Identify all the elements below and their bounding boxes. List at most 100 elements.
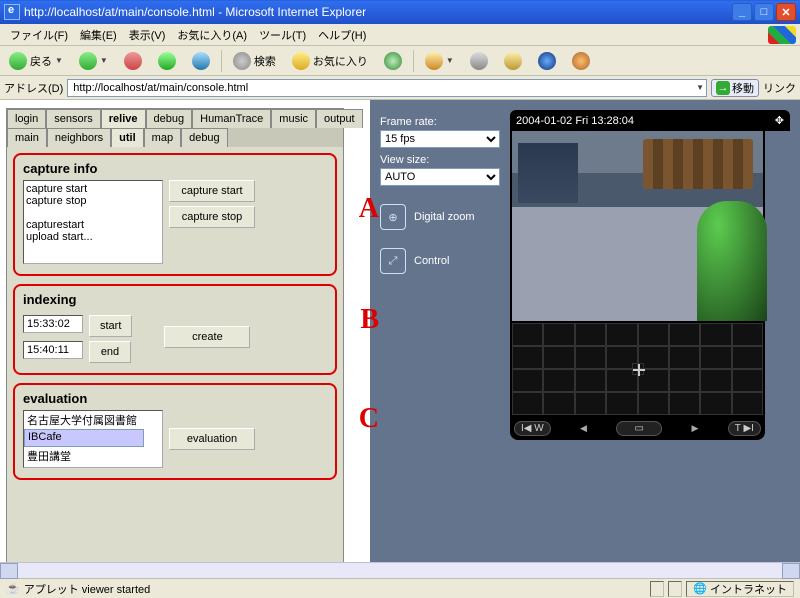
tab-neighbors[interactable]: neighbors bbox=[47, 128, 111, 147]
horizontal-scrollbar[interactable] bbox=[0, 562, 800, 578]
camera-panel: Frame rate: 15 fps View size: AUTO ⊕ Dig… bbox=[370, 100, 800, 562]
address-bar: アドレス(D) http://localhost/at/main/console… bbox=[0, 76, 800, 100]
camera-controls: Frame rate: 15 fps View size: AUTO ⊕ Dig… bbox=[380, 110, 500, 552]
tab-login[interactable]: login bbox=[7, 109, 46, 128]
index-end-time[interactable] bbox=[23, 341, 83, 359]
list-item[interactable]: 豊田講堂 bbox=[24, 447, 162, 465]
expand-icon: ⤢ bbox=[380, 248, 406, 274]
star-icon bbox=[292, 52, 310, 70]
status-zone: 🌐 イントラネット bbox=[686, 581, 794, 597]
search-icon bbox=[233, 52, 251, 70]
menu-view[interactable]: 表示(V) bbox=[123, 25, 172, 45]
camera-viewer: 2004-01-02 Fri 13:28:04 ✥ I◀ W ◀ ▭ ▶ T bbox=[510, 110, 790, 552]
close-button[interactable]: ✕ bbox=[776, 3, 796, 21]
globe-icon: 🌐 bbox=[693, 582, 707, 595]
tab-map[interactable]: map bbox=[144, 128, 181, 147]
tab-row-2: main neighbors util map debug bbox=[7, 128, 343, 147]
control-row[interactable]: ⤢ Control bbox=[380, 248, 500, 274]
back-button[interactable]: 戻る▼ bbox=[4, 49, 68, 73]
back-icon bbox=[9, 52, 27, 70]
index-start-button[interactable]: start bbox=[89, 315, 132, 337]
forward-icon bbox=[79, 52, 97, 70]
tab-util[interactable]: util bbox=[111, 128, 144, 147]
evaluation-button[interactable]: evaluation bbox=[169, 428, 255, 450]
camera-header: 2004-01-02 Fri 13:28:04 ✥ bbox=[510, 110, 790, 131]
annotation-a: A bbox=[359, 193, 379, 225]
chevron-down-icon[interactable]: ▼ bbox=[696, 83, 704, 92]
edit-button[interactable] bbox=[499, 49, 527, 73]
menu-help[interactable]: ヘルプ(H) bbox=[312, 25, 372, 45]
annotation-c: C bbox=[359, 403, 379, 435]
magnify-plus-icon: ⊕ bbox=[380, 204, 406, 230]
framerate-select[interactable]: 15 fps bbox=[380, 130, 500, 148]
history-button[interactable] bbox=[379, 49, 407, 73]
menu-edit[interactable]: 編集(E) bbox=[74, 25, 123, 45]
tab-debug2[interactable]: debug bbox=[181, 128, 228, 147]
tab-row-1: login sensors relive debug HumanTrace mu… bbox=[7, 109, 343, 128]
print-button[interactable] bbox=[465, 49, 493, 73]
address-label: アドレス(D) bbox=[4, 80, 63, 96]
edit-icon bbox=[504, 52, 522, 70]
menubar: ファイル(F) 編集(E) 表示(V) お気に入り(A) ツール(T) ヘルプ(… bbox=[0, 24, 800, 46]
bluetooth-button[interactable] bbox=[533, 49, 561, 73]
capture-stop-button[interactable]: capture stop bbox=[169, 206, 255, 228]
menu-favorites[interactable]: お気に入り(A) bbox=[171, 25, 253, 45]
statusbar: ☕ アプレット viewer started 🌐 イントラネット bbox=[0, 578, 800, 598]
separator bbox=[413, 50, 414, 72]
go-button[interactable]: →移動 bbox=[711, 79, 759, 97]
home-button[interactable] bbox=[187, 49, 215, 73]
evaluation-list[interactable]: 名古屋大学付属図書館 IBCafe 豊田講堂 bbox=[23, 410, 163, 468]
search-label: 検索 bbox=[254, 53, 276, 69]
zoom-wide-button[interactable]: I◀ W bbox=[514, 421, 551, 436]
links-label[interactable]: リンク bbox=[763, 80, 796, 96]
index-create-button[interactable]: create bbox=[164, 326, 250, 348]
home-icon bbox=[192, 52, 210, 70]
mail-button[interactable]: ▼ bbox=[420, 49, 459, 73]
viewsize-select[interactable]: AUTO bbox=[380, 168, 500, 186]
windows-logo-icon bbox=[768, 26, 796, 44]
forward-button[interactable]: ▼ bbox=[74, 49, 113, 73]
index-start-time[interactable] bbox=[23, 315, 83, 333]
minimize-button[interactable]: _ bbox=[732, 3, 752, 21]
camera-image[interactable] bbox=[510, 131, 765, 321]
menu-file[interactable]: ファイル(F) bbox=[4, 25, 74, 45]
arrow-right-icon: → bbox=[716, 81, 730, 95]
messenger-button[interactable] bbox=[567, 49, 595, 73]
search-button[interactable]: 検索 bbox=[228, 49, 281, 73]
refresh-icon bbox=[158, 52, 176, 70]
index-end-button[interactable]: end bbox=[89, 341, 131, 363]
favorites-button[interactable]: お気に入り bbox=[287, 49, 373, 73]
tab-debug[interactable]: debug bbox=[146, 109, 193, 128]
camera-timestamp: 2004-01-02 Fri 13:28:04 bbox=[516, 115, 634, 127]
zoom-row[interactable]: ⊕ Digital zoom bbox=[380, 204, 500, 230]
tab-music[interactable]: music bbox=[271, 109, 316, 128]
list-item[interactable]: IBCafe bbox=[24, 429, 144, 447]
refresh-button[interactable] bbox=[153, 49, 181, 73]
tab-output[interactable]: output bbox=[316, 109, 363, 128]
control-label: Control bbox=[414, 255, 449, 267]
maximize-button[interactable]: □ bbox=[754, 3, 774, 21]
viewsize-label: View size: bbox=[380, 154, 500, 166]
chevron-down-icon: ▼ bbox=[100, 56, 108, 65]
tab-sensors[interactable]: sensors bbox=[46, 109, 101, 128]
address-field[interactable]: http://localhost/at/main/console.html ▼ bbox=[67, 79, 707, 97]
capture-log[interactable]: capture start capture stop capturestart … bbox=[23, 180, 163, 264]
camera-button-bar: I◀ W ◀ ▭ ▶ T ▶I bbox=[510, 417, 765, 440]
capture-start-button[interactable]: capture start bbox=[169, 180, 255, 202]
tab-panel: login sensors relive debug HumanTrace mu… bbox=[6, 108, 344, 562]
tab-main[interactable]: main bbox=[7, 128, 47, 147]
center-button[interactable]: ▭ bbox=[616, 421, 662, 436]
history-icon bbox=[384, 52, 402, 70]
tab-relive[interactable]: relive bbox=[101, 109, 146, 128]
people-icon bbox=[572, 52, 590, 70]
window-title: http://localhost/at/main/console.html - … bbox=[24, 5, 732, 19]
menu-tools[interactable]: ツール(T) bbox=[253, 25, 312, 45]
ptz-grid[interactable] bbox=[510, 321, 765, 417]
capture-info-group: A capture info capture start capture sto… bbox=[13, 153, 337, 276]
tab-humantrace[interactable]: HumanTrace bbox=[192, 109, 271, 128]
list-item[interactable]: 名古屋大学付属図書館 bbox=[24, 411, 162, 429]
zoom-tele-button[interactable]: T ▶I bbox=[728, 421, 761, 436]
stop-button[interactable] bbox=[119, 49, 147, 73]
capture-info-legend: capture info bbox=[23, 161, 327, 176]
move-icon[interactable]: ✥ bbox=[775, 114, 784, 127]
